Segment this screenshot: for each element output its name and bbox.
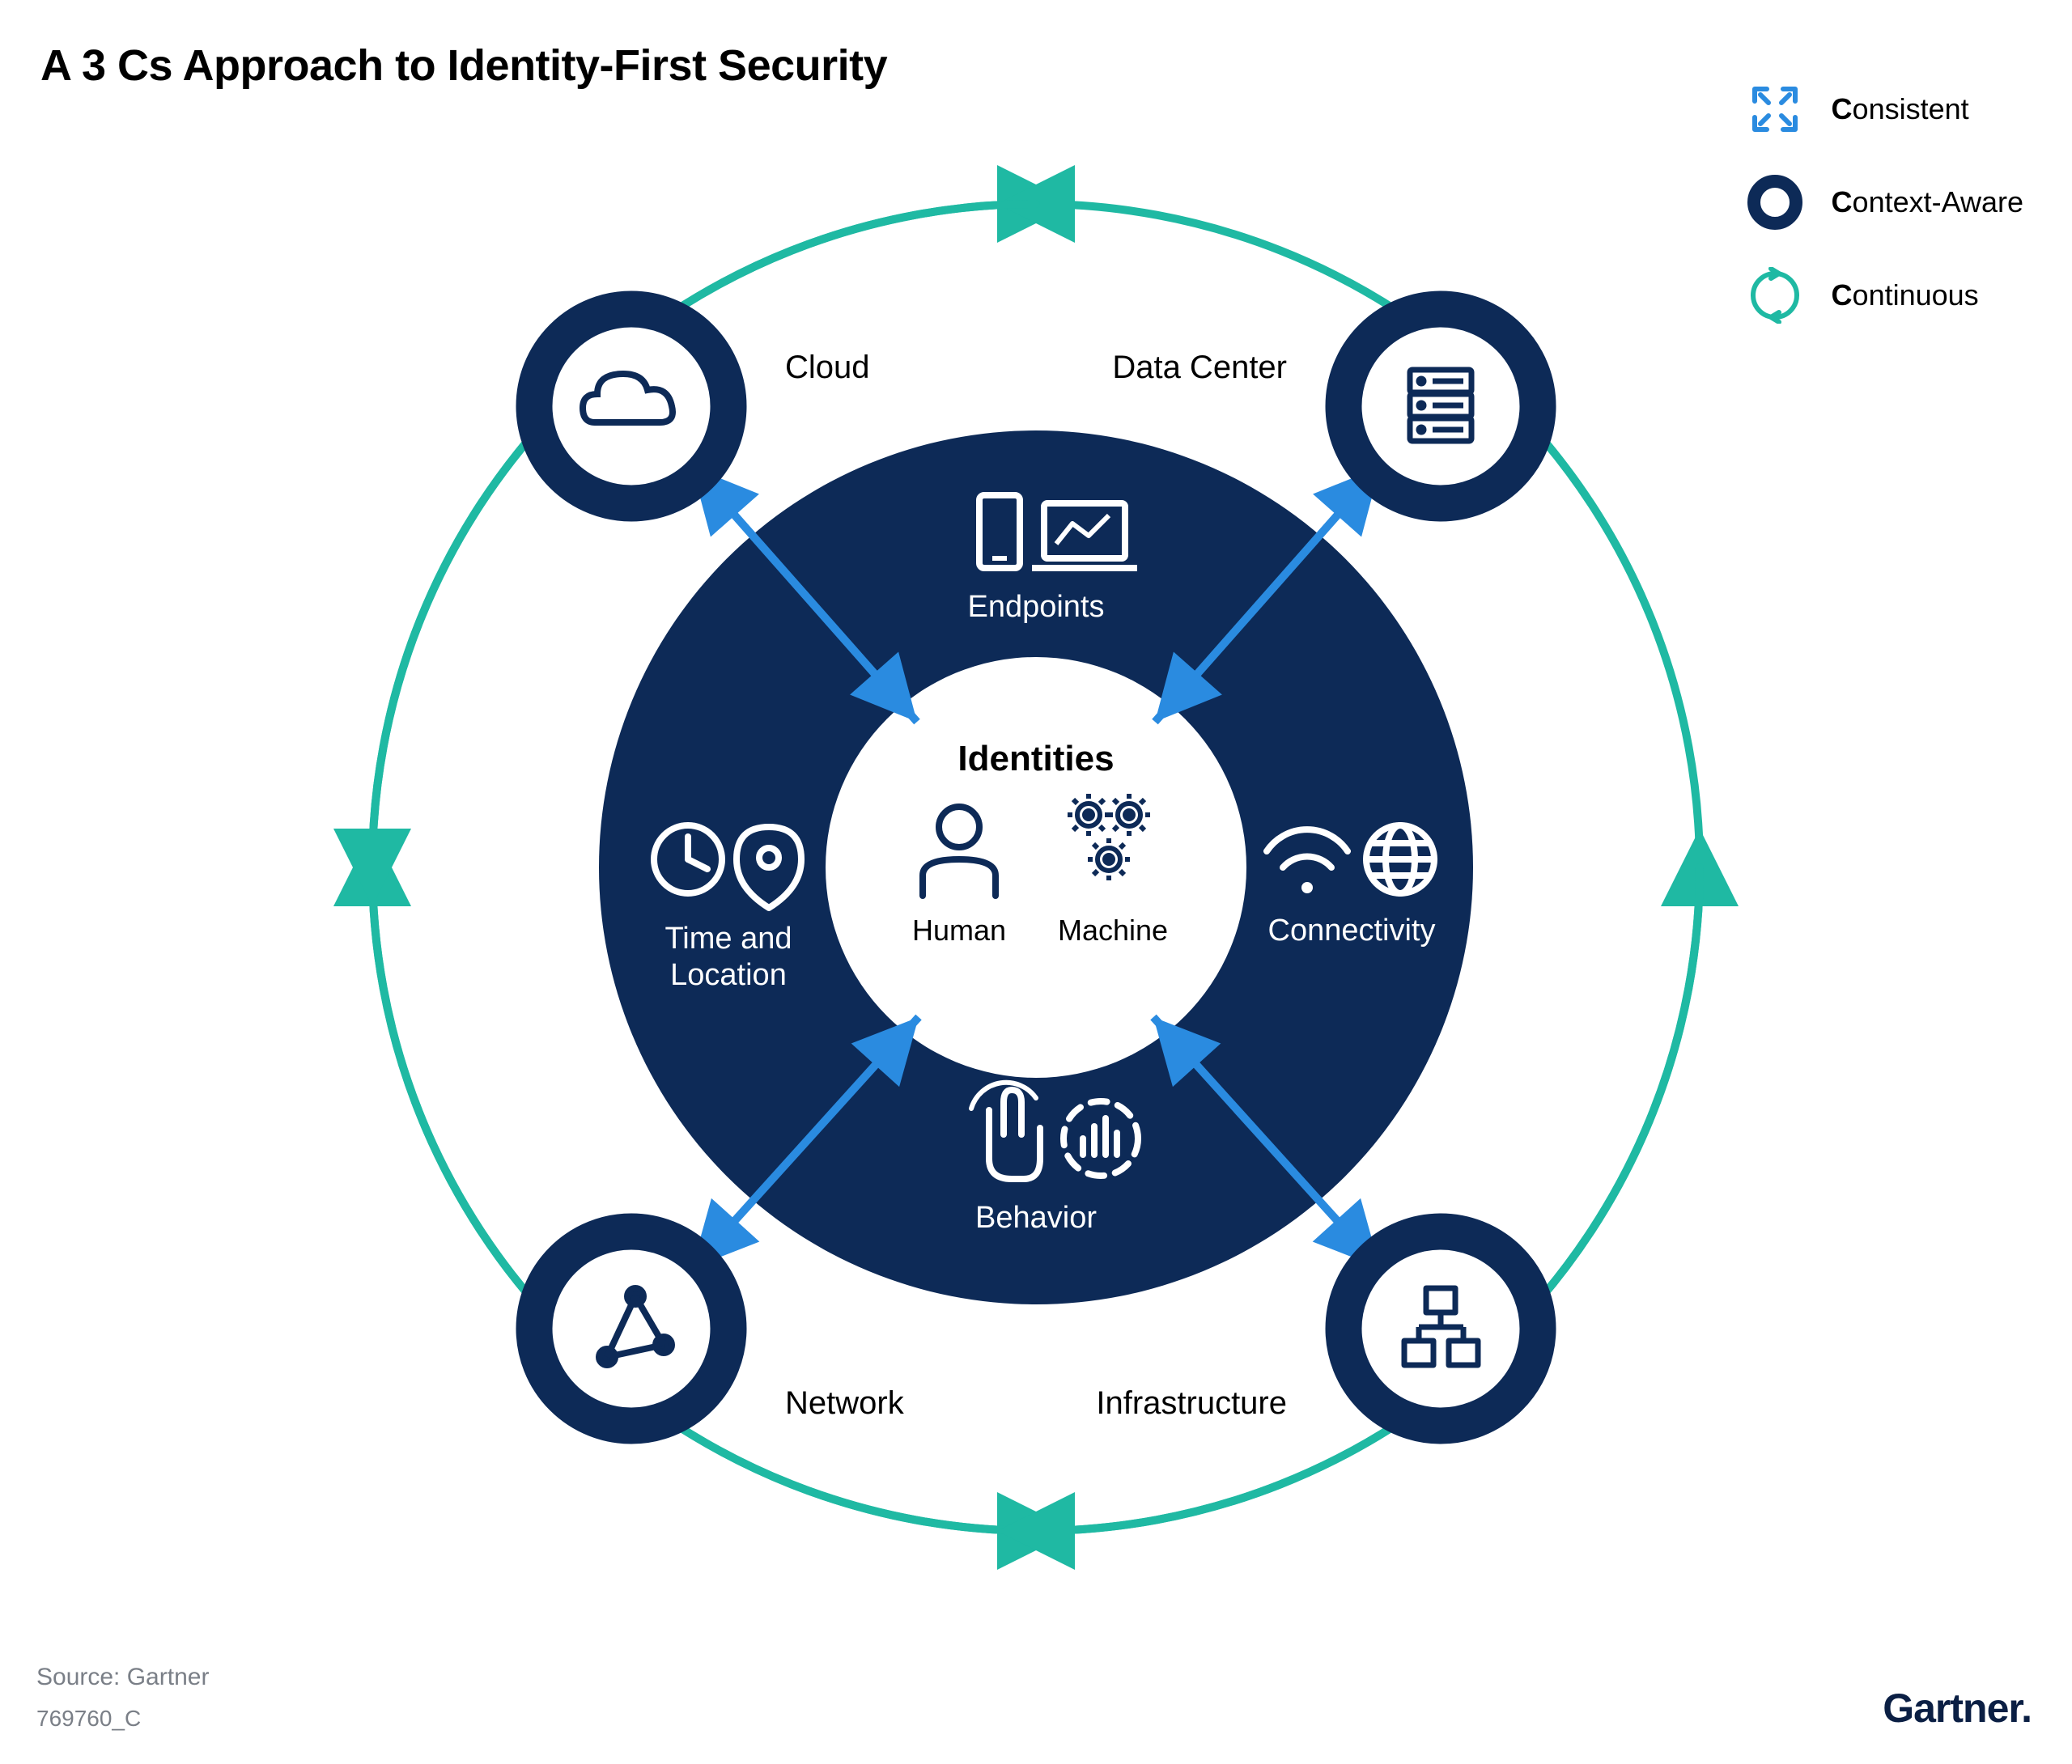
figure-id: 769760_C [36, 1706, 141, 1732]
legend: Consistent Context-Aware Continuous [1747, 81, 2023, 324]
context-aware-icon [1747, 174, 1803, 231]
machine-label: Machine [1058, 914, 1168, 947]
consistent-icon [1747, 81, 1803, 138]
behavior-label: Behavior [975, 1201, 1097, 1235]
identities-circle [826, 657, 1246, 1078]
datacenter-label: Data Center [1112, 350, 1287, 385]
legend-continuous: Continuous [1747, 267, 2023, 324]
cloud-label: Cloud [785, 350, 870, 385]
server-icon [1410, 370, 1471, 441]
human-label: Human [912, 914, 1006, 947]
legend-context-aware: Context-Aware [1747, 174, 2023, 231]
cloud-node: Cloud [534, 309, 870, 503]
gartner-logo: Gartner. [1883, 1685, 2032, 1732]
timeloc-label1: Time and [665, 922, 792, 956]
legend-consistent: Consistent [1747, 81, 2023, 138]
continuous-icon [1747, 267, 1803, 324]
network-label: Network [785, 1385, 905, 1421]
timeloc-label2: Location [670, 958, 787, 992]
endpoints-label: Endpoints [967, 590, 1104, 624]
identities-title: Identities [957, 739, 1114, 778]
diagram: Identities Human [227, 99, 1845, 1636]
source-text: Source: Gartner [36, 1664, 209, 1691]
infrastructure-label: Infrastructure [1096, 1385, 1287, 1421]
connectivity-label: Connectivity [1268, 914, 1436, 948]
